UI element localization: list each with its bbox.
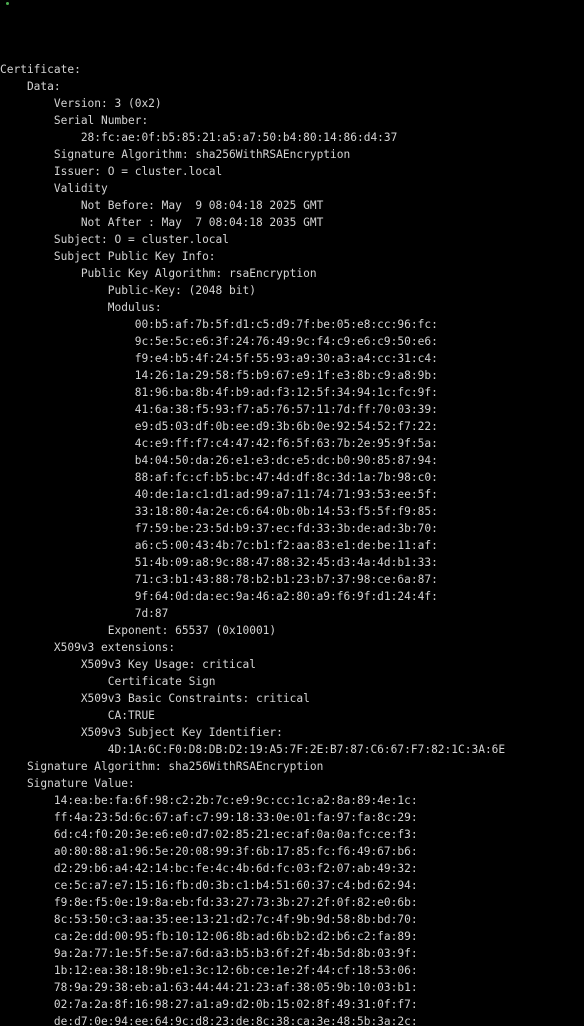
terminal-line: 1b:12:ea:38:18:9b:e1:3c:12:6b:ce:1e:2f:4… — [0, 964, 418, 977]
terminal-line: a0:80:88:a1:96:5e:20:08:99:3f:6b:17:85:f… — [0, 845, 418, 858]
terminal-line: Signature Value: — [0, 777, 135, 790]
terminal-line: 7d:87 — [0, 607, 169, 620]
terminal-line: f9:e4:b5:4f:24:5f:55:93:a9:30:a3:a4:cc:3… — [0, 352, 438, 365]
terminal-window[interactable]: Certificate: Data: Version: 3 (0x2) Seri… — [0, 0, 584, 1026]
terminal-line: Public Key Algorithm: rsaEncryption — [0, 267, 317, 280]
terminal-line: Version: 3 (0x2) — [0, 97, 162, 110]
terminal-line: Not Before: May 9 08:04:18 2025 GMT — [0, 199, 324, 212]
terminal-line: 40:de:1a:c1:d1:ad:99:a7:11:74:71:93:53:e… — [0, 488, 438, 501]
terminal-line: Certificate Sign — [0, 675, 216, 688]
terminal-line: 81:96:ba:8b:4f:b9:ad:f3:12:5f:34:94:1c:f… — [0, 386, 438, 399]
terminal-line: f9:8e:f5:0e:19:8a:eb:fd:33:27:73:3b:27:2… — [0, 896, 418, 909]
terminal-line: Signature Algorithm: sha256WithRSAEncryp… — [0, 148, 351, 161]
terminal-line: Exponent: 65537 (0x10001) — [0, 624, 277, 637]
terminal-line: 41:6a:38:f5:93:f7:a5:76:57:11:7d:ff:70:0… — [0, 403, 438, 416]
terminal-line: X509v3 Key Usage: critical — [0, 658, 256, 671]
terminal-line: 33:18:80:4a:2e:c6:64:0b:0b:14:53:f5:5f:f… — [0, 505, 438, 518]
terminal-line: 8c:53:50:c3:aa:35:ee:13:21:d2:7c:4f:9b:9… — [0, 913, 418, 926]
terminal-line: ca:2e:dd:00:95:fb:10:12:06:8b:ad:6b:b2:d… — [0, 930, 418, 943]
terminal-line: 6d:c4:f0:20:3e:e6:e0:d7:02:85:21:ec:af:0… — [0, 828, 418, 841]
terminal-line: d2:29:b6:a4:42:14:bc:fe:4c:4b:6d:fc:03:f… — [0, 862, 418, 875]
terminal-output: Certificate: Data: Version: 3 (0x2) Seri… — [0, 61, 584, 1026]
terminal-line: 88:af:fc:cf:b5:bc:47:4d:df:8c:3d:1a:7b:9… — [0, 471, 438, 484]
terminal-line: a6:c5:00:43:4b:7c:b1:f2:aa:83:e1:de:be:1… — [0, 539, 438, 552]
terminal-line: 51:4b:09:a8:9c:88:47:88:32:45:d3:4a:4d:b… — [0, 556, 438, 569]
terminal-line: X509v3 extensions: — [0, 641, 176, 654]
terminal-line: Public-Key: (2048 bit) — [0, 284, 256, 297]
terminal-line: Certificate: — [0, 63, 81, 76]
terminal-line: 9c:5e:5c:e6:3f:24:76:49:9c:f4:c9:e6:c9:5… — [0, 335, 438, 348]
terminal-line: de:d7:0e:94:ee:64:9c:d8:23:de:8c:38:ca:3… — [0, 1015, 418, 1026]
terminal-line: 4D:1A:6C:F0:D8:DB:D2:19:A5:7F:2E:B7:87:C… — [0, 743, 506, 756]
terminal-line: Subject Public Key Info: — [0, 250, 216, 263]
terminal-line: 14:ea:be:fa:6f:98:c2:2b:7c:e9:9c:cc:1c:a… — [0, 794, 418, 807]
terminal-line: 00:b5:af:7b:5f:d1:c5:d9:7f:be:05:e8:cc:9… — [0, 318, 438, 331]
terminal-line: Data: — [0, 80, 61, 93]
terminal-line: Serial Number: — [0, 114, 149, 127]
terminal-line: X509v3 Subject Key Identifier: — [0, 726, 283, 739]
terminal-line: 71:c3:b1:43:88:78:b2:b1:23:b7:37:98:ce:6… — [0, 573, 438, 586]
terminal-line: 14:26:1a:29:58:f5:b9:67:e9:1f:e3:8b:c9:a… — [0, 369, 438, 382]
terminal-line: f7:59:be:23:5d:b9:37:ec:fd:33:3b:de:ad:3… — [0, 522, 438, 535]
terminal-line: CA:TRUE — [0, 709, 155, 722]
terminal-line: 78:9a:29:38:eb:a1:63:44:44:21:23:af:38:0… — [0, 981, 418, 994]
terminal-line: 9a:2a:77:1e:5f:5e:a7:6d:a3:b5:b3:6f:2f:4… — [0, 947, 418, 960]
terminal-line: 9f:64:0d:da:ec:9a:46:a2:80:a9:f6:9f:d1:2… — [0, 590, 438, 603]
status-indicator-icon — [6, 2, 9, 5]
terminal-line: 28:fc:ae:0f:b5:85:21:a5:a7:50:b4:80:14:8… — [0, 131, 398, 144]
terminal-line: ce:5c:a7:e7:15:16:fb:d0:3b:c1:b4:51:60:3… — [0, 879, 418, 892]
terminal-line: 02:7a:2a:8f:16:98:27:a1:a9:d2:0b:15:02:8… — [0, 998, 418, 1011]
terminal-line: Subject: O = cluster.local — [0, 233, 230, 246]
terminal-line: Modulus: — [0, 301, 162, 314]
terminal-line: b4:04:50:da:26:e1:e3:dc:e5:dc:b0:90:85:8… — [0, 454, 438, 467]
terminal-line: Issuer: O = cluster.local — [0, 165, 223, 178]
terminal-line: Not After : May 7 08:04:18 2035 GMT — [0, 216, 324, 229]
terminal-line: Validity — [0, 182, 108, 195]
terminal-line: e9:d5:03:df:0b:ee:d9:3b:6b:0e:92:54:52:f… — [0, 420, 438, 433]
terminal-line: 4c:e9:ff:f7:c4:47:42:f6:5f:63:7b:2e:95:9… — [0, 437, 438, 450]
terminal-line: Signature Algorithm: sha256WithRSAEncryp… — [0, 760, 324, 773]
terminal-line: ff:4a:23:5d:6c:67:af:c7:99:18:33:0e:01:f… — [0, 811, 418, 824]
terminal-line: X509v3 Basic Constraints: critical — [0, 692, 310, 705]
